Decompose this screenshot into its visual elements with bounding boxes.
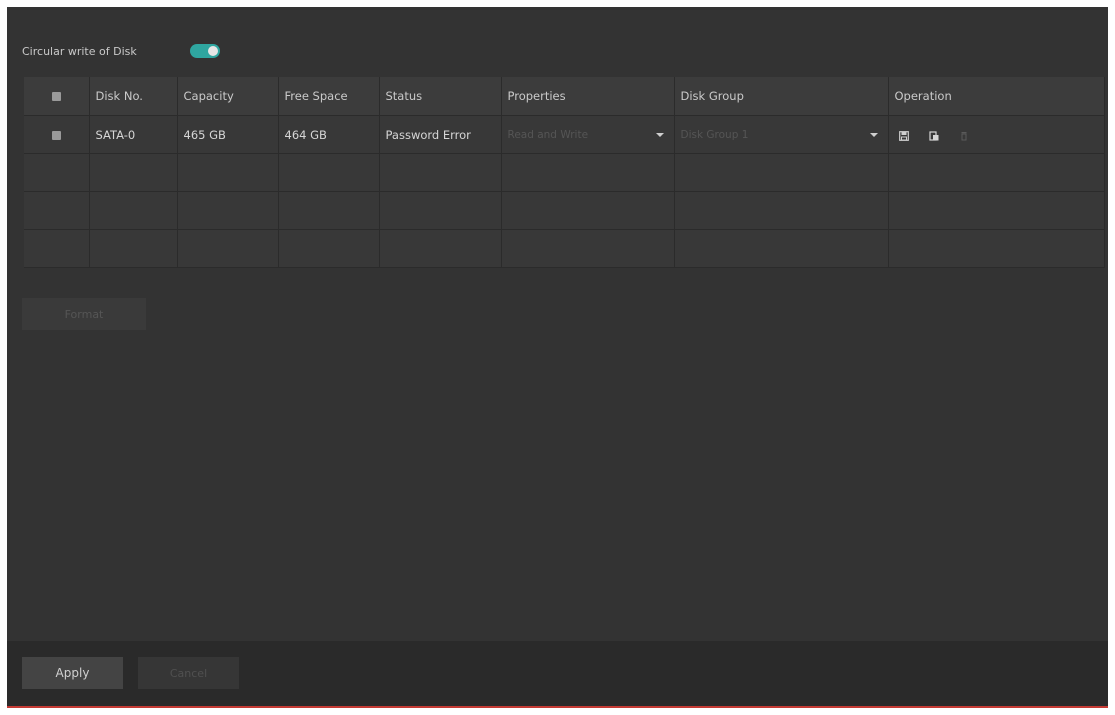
disk-group-cell: Disk Group 1 [674,115,889,154]
save-icon[interactable] [898,130,909,141]
col-header-properties: Properties [501,77,675,116]
empty-row [24,229,1105,268]
chevron-down-icon [869,132,878,137]
lock-icon[interactable] [928,130,939,141]
table-header-row: Disk No. Capacity Free Space Status Prop… [24,77,1105,116]
circular-write-toggle[interactable] [190,44,220,58]
select-all-checkbox[interactable] [51,92,61,101]
empty-row [24,191,1105,230]
row-checkbox[interactable] [51,130,61,140]
delete-icon[interactable] [959,130,969,140]
properties-cell: Read and Write [501,115,675,154]
toggle-knob [208,46,218,56]
capacity-cell: 465 GB [177,115,279,154]
circular-write-label: Circular write of Disk [22,44,137,58]
row-select-cell [24,115,90,154]
disk-group-select[interactable]: Disk Group 1 [681,129,888,141]
accent-line [7,706,1108,708]
cancel-button[interactable]: Cancel [138,657,239,689]
col-header-capacity: Capacity [177,77,279,116]
circular-write-row: Circular write of Disk [22,41,220,61]
disk-table: Disk No. Capacity Free Space Status Prop… [24,77,1105,268]
properties-value: Read and Write [507,128,589,141]
footer-bar: Apply Cancel [7,641,1108,708]
col-header-operation: Operation [888,77,1105,116]
status-cell: Password Error [379,115,502,154]
col-header-disk-group: Disk Group [674,77,889,116]
select-all-cell [24,77,90,116]
free-space-cell: 464 GB [278,115,380,154]
chevron-down-icon [655,132,664,137]
properties-select[interactable]: Read and Write [508,129,674,141]
col-header-status: Status [379,77,502,116]
col-header-free-space: Free Space [278,77,380,116]
empty-row [24,153,1105,192]
disk-group-value: Disk Group 1 [680,128,749,141]
table-row: SATA-0 465 GB 464 GB Password Error Read… [24,115,1105,154]
apply-button[interactable]: Apply [22,657,123,689]
operation-cell [888,115,1105,154]
col-header-disk-no: Disk No. [89,77,178,116]
disk-no-cell: SATA-0 [89,115,178,154]
format-button[interactable]: Format [22,298,146,330]
disk-settings-panel: Circular write of Disk Disk No. Capacity… [7,7,1108,708]
